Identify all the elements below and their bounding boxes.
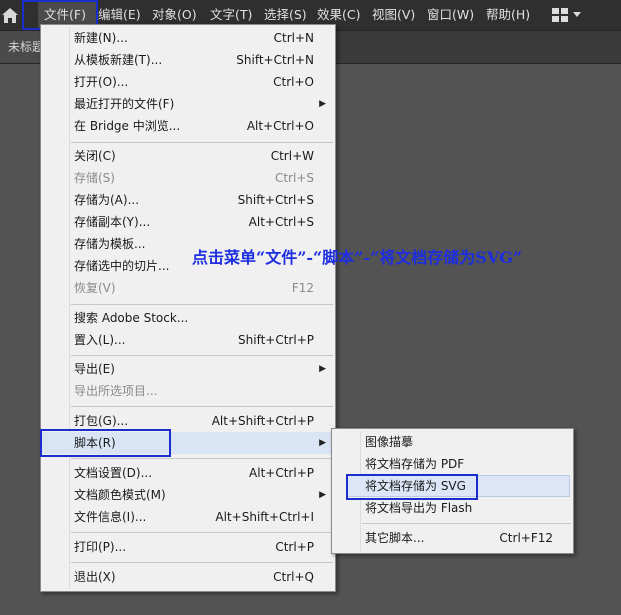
menu-item-search-adobe-stock[interactable]: 搜索 Adobe Stock... [41, 307, 335, 329]
menu-item-shortcut: Alt+Ctrl+O [246, 119, 314, 133]
menu-item-shortcut: Shift+Ctrl+N [236, 53, 314, 67]
submenu-item-image-trace[interactable]: 图像描摹 [332, 431, 573, 453]
menu-window[interactable]: 窗口(W) [427, 0, 474, 30]
menu-item-label: 退出(X) [74, 570, 116, 584]
submenu-item-export-as-flash[interactable]: 将文档导出为 Flash [332, 497, 573, 519]
file-menu-dropdown: 新建(N)... Ctrl+N 从模板新建(T)... Shift+Ctrl+N… [40, 24, 336, 592]
menu-item-label: 打印(P)... [74, 540, 127, 554]
menu-item-shortcut: Ctrl+P [275, 540, 314, 554]
menu-item-exit[interactable]: 退出(X) Ctrl+Q [41, 566, 335, 588]
menu-item-label: 存储副本(Y)... [74, 215, 151, 229]
submenu-arrow-icon: ▶ [319, 364, 326, 374]
menu-item-shortcut: F12 [291, 281, 314, 295]
menu-item-shortcut: Ctrl+W [270, 149, 314, 163]
instruction-annotation: 点击菜单“文件”-“脚本”-“将文档存储为SVG” [192, 248, 523, 267]
menu-item-label: 将文档存储为 PDF [365, 457, 465, 471]
menu-item-place[interactable]: 置入(L)... Shift+Ctrl+P [41, 329, 335, 351]
menu-item-shortcut: Ctrl+O [273, 75, 314, 89]
menu-item-shortcut: Shift+Ctrl+S [237, 193, 314, 207]
menu-item-label: 图像描摹 [365, 435, 414, 449]
menu-item-label: 从模板新建(T)... [74, 53, 163, 67]
menu-item-label: 其它脚本... [365, 531, 425, 545]
menu-view[interactable]: 视图(V) [372, 0, 415, 30]
menu-item-label: 搜索 Adobe Stock... [74, 311, 189, 325]
menu-item-label: 文件信息(I)... [74, 510, 147, 524]
menu-item-label: 新建(N)... [74, 31, 128, 45]
menu-separator [71, 406, 333, 407]
menu-item-shortcut: Alt+Ctrl+S [248, 215, 314, 229]
menu-item-shortcut: Ctrl+N [273, 31, 314, 45]
menu-item-label: 恢复(V) [74, 281, 116, 295]
menu-item-shortcut: Alt+Ctrl+P [249, 466, 314, 480]
menu-item-label: 存储(S) [74, 171, 115, 185]
menu-separator [71, 355, 333, 356]
menu-item-label: 导出所选项目... [74, 384, 158, 398]
menu-item-save-as[interactable]: 存储为(A)... Shift+Ctrl+S [41, 189, 335, 211]
menu-item-label: 将文档导出为 Flash [365, 501, 473, 515]
menu-item-export[interactable]: 导出(E) ▶ [41, 358, 335, 380]
menu-item-browse-in-bridge[interactable]: 在 Bridge 中浏览... Alt+Ctrl+O [41, 115, 335, 137]
menu-item-label: 在 Bridge 中浏览... [74, 119, 181, 133]
menu-item-export-selection: 导出所选项目... [41, 380, 335, 402]
menu-item-label: 文档颜色模式(M) [74, 488, 166, 502]
menu-item-open[interactable]: 打开(O)... Ctrl+O [41, 71, 335, 93]
submenu-item-other-script[interactable]: 其它脚本... Ctrl+F12 [332, 527, 573, 549]
menu-separator [71, 458, 333, 459]
home-icon[interactable] [0, 4, 20, 26]
menu-item-revert: 恢复(V) F12 [41, 277, 335, 299]
menu-item-new-from-template[interactable]: 从模板新建(T)... Shift+Ctrl+N [41, 49, 335, 71]
highlight-box-save-as-svg [346, 474, 478, 500]
menu-item-shortcut: Ctrl+Q [273, 570, 314, 584]
menu-separator [362, 523, 571, 524]
submenu-arrow-icon: ▶ [319, 438, 326, 448]
highlight-box-scripts-item [40, 429, 171, 457]
menu-separator [71, 562, 333, 563]
menu-item-shortcut: Alt+Shift+Ctrl+P [211, 414, 314, 428]
menu-item-save-a-copy[interactable]: 存储副本(Y)... Alt+Ctrl+S [41, 211, 335, 233]
menu-item-label: 关闭(C) [74, 149, 116, 163]
menu-item-label: 置入(L)... [74, 333, 126, 347]
menu-item-print[interactable]: 打印(P)... Ctrl+P [41, 536, 335, 558]
menu-item-label: 存储为模板... [74, 237, 146, 251]
menu-item-shortcut: Ctrl+S [274, 171, 314, 185]
menu-item-label: 打开(O)... [74, 75, 129, 89]
submenu-arrow-icon: ▶ [319, 490, 326, 500]
menu-item-shortcut: Ctrl+F12 [499, 531, 553, 545]
submenu-arrow-icon: ▶ [319, 99, 326, 109]
menu-separator [71, 532, 333, 533]
workspace-switcher-icon[interactable] [552, 8, 582, 22]
menu-item-label: 最近打开的文件(F) [74, 97, 175, 111]
menu-item-label: 文档设置(D)... [74, 466, 153, 480]
menu-item-label: 导出(E) [74, 362, 115, 376]
menu-item-shortcut: Shift+Ctrl+P [238, 333, 314, 347]
menu-item-label: 存储为(A)... [74, 193, 140, 207]
menu-item-file-info[interactable]: 文件信息(I)... Alt+Shift+Ctrl+I [41, 506, 335, 528]
menu-item-document-color-mode[interactable]: 文档颜色模式(M) ▶ [41, 484, 335, 506]
menu-item-save: 存储(S) Ctrl+S [41, 167, 335, 189]
menu-item-close[interactable]: 关闭(C) Ctrl+W [41, 145, 335, 167]
menu-help[interactable]: 帮助(H) [486, 0, 530, 30]
menu-separator [71, 304, 333, 305]
menu-item-new[interactable]: 新建(N)... Ctrl+N [41, 27, 335, 49]
menu-separator [71, 142, 333, 143]
menu-item-open-recent[interactable]: 最近打开的文件(F) ▶ [41, 93, 335, 115]
menu-item-label: 存储选中的切片... [74, 259, 170, 273]
submenu-item-save-as-pdf[interactable]: 将文档存储为 PDF [332, 453, 573, 475]
menu-item-shortcut: Alt+Shift+Ctrl+I [215, 510, 314, 524]
menu-item-document-setup[interactable]: 文档设置(D)... Alt+Ctrl+P [41, 462, 335, 484]
